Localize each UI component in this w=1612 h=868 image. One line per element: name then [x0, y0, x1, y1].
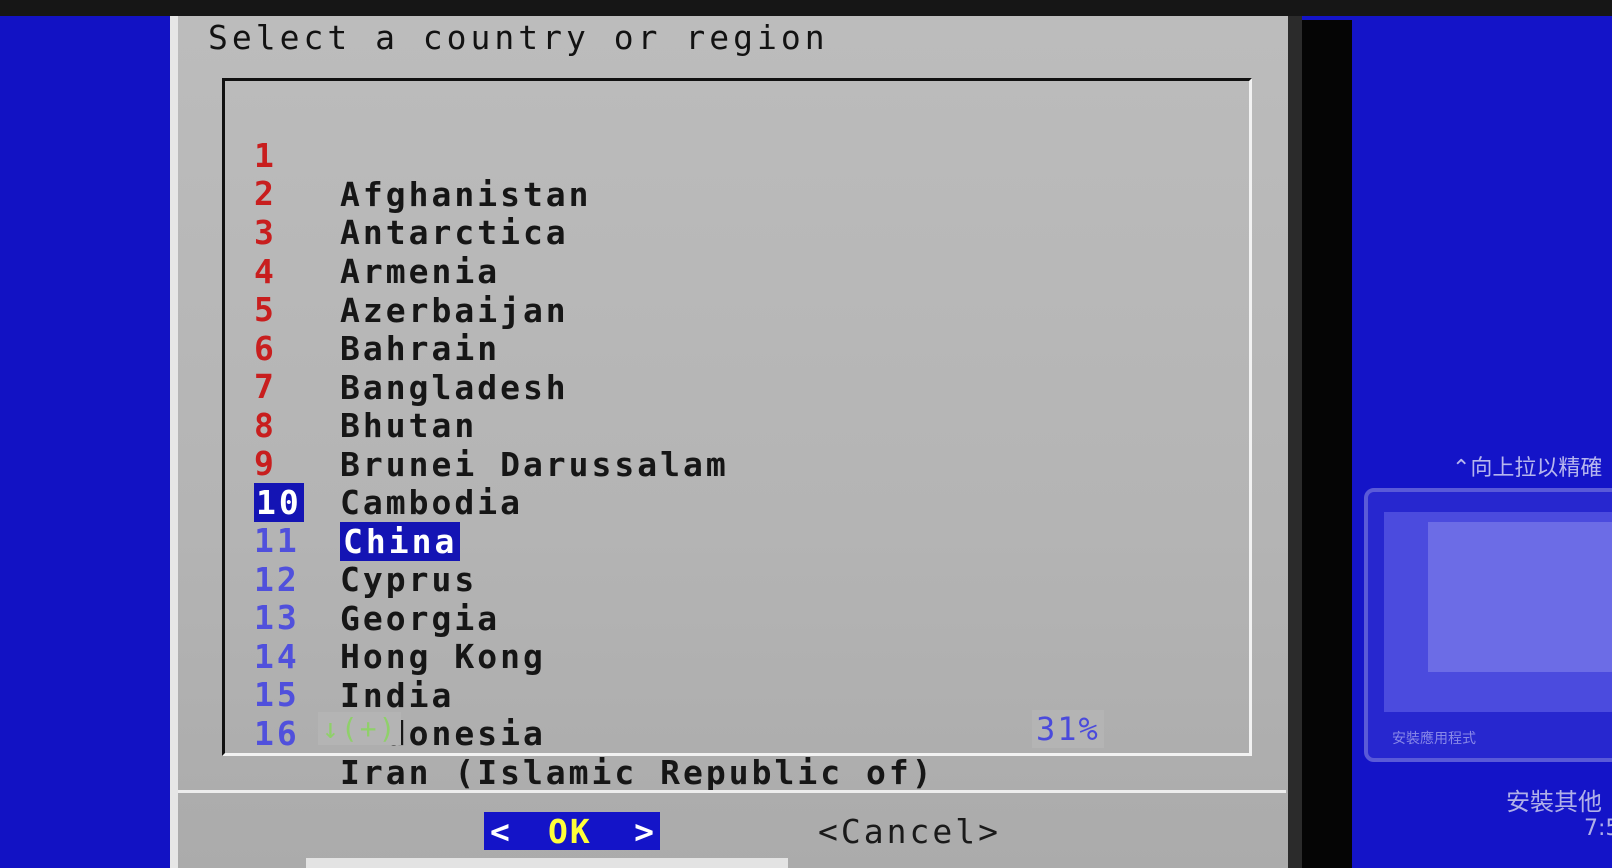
item-label: India: [340, 676, 455, 715]
ok-button[interactable]: < OK >: [484, 812, 660, 851]
list-item[interactable]: 14 India: [254, 598, 451, 715]
list-item[interactable]: 13 Hong Kong: [254, 559, 543, 676]
cancel-button[interactable]: <Cancel>: [818, 812, 1001, 851]
bottom-bar: [306, 858, 788, 868]
list-item[interactable]: 5 Bahrain: [254, 251, 497, 368]
list-item[interactable]: 15 Indonesia: [254, 636, 543, 753]
list-item-selected[interactable]: 10 China: [254, 444, 461, 561]
thumbnail-panel: [1428, 522, 1612, 672]
list-item[interactable]: 1 Afghanistan: [254, 97, 589, 214]
item-label: Bhutan: [340, 406, 478, 445]
list-item[interactable]: 6 Bangladesh: [254, 290, 566, 407]
chevron-left-icon: <: [490, 812, 510, 851]
item-label: Cyprus: [340, 560, 478, 599]
item-label: Cambodia: [340, 483, 523, 522]
scroll-down-indicator: ↓(+): [318, 712, 402, 745]
list-item[interactable]: 9 Cambodia: [254, 405, 520, 522]
dialog-separator: [178, 790, 1286, 793]
item-label: Brunei Darussalam: [340, 445, 729, 484]
list-item[interactable]: 16 Iran (Islamic Republic of): [254, 675, 932, 792]
timestamp: 7:5: [1584, 816, 1612, 841]
swipe-up-hint: ⌃向上拉以精確: [1452, 456, 1603, 481]
dialog-title: Select a country or region: [208, 18, 829, 57]
item-label: Iran (Islamic Republic of): [340, 753, 935, 792]
list-item[interactable]: 8 Brunei Darussalam: [254, 367, 726, 484]
item-label: Georgia: [340, 599, 501, 638]
top-bar: [0, 0, 1612, 16]
item-label: Hong Kong: [340, 637, 546, 676]
item-label: Antarctica: [340, 213, 569, 252]
video-thumbnail[interactable]: 安裝應用程式: [1364, 488, 1612, 762]
install-others-text: 安裝其他: [1506, 788, 1602, 816]
list-item[interactable]: 2 Antarctica: [254, 135, 566, 252]
item-label: Bahrain: [340, 329, 501, 368]
list-item[interactable]: 3 Armenia: [254, 174, 497, 291]
thumbnail-label: 安裝應用程式: [1392, 731, 1476, 747]
dialog-shadow: [1288, 16, 1302, 868]
item-number: 16: [254, 714, 300, 753]
list-item[interactable]: 12 Georgia: [254, 521, 497, 638]
chevron-right-icon: >: [634, 812, 654, 851]
item-label: Azerbaijan: [340, 291, 569, 330]
item-label: Afghanistan: [340, 175, 592, 214]
item-label: Bangladesh: [340, 368, 569, 407]
background-left: [0, 16, 170, 868]
item-label: China: [340, 522, 461, 561]
item-label: Armenia: [340, 252, 501, 291]
list-item[interactable]: 4 Azerbaijan: [254, 213, 566, 330]
screen-edge: [1302, 20, 1352, 868]
list-item[interactable]: 7 Bhutan: [254, 328, 474, 445]
list-item[interactable]: 11 Cyprus: [254, 482, 474, 599]
scroll-percentage: 31%: [1032, 710, 1104, 748]
ok-button-label: OK: [548, 812, 592, 851]
